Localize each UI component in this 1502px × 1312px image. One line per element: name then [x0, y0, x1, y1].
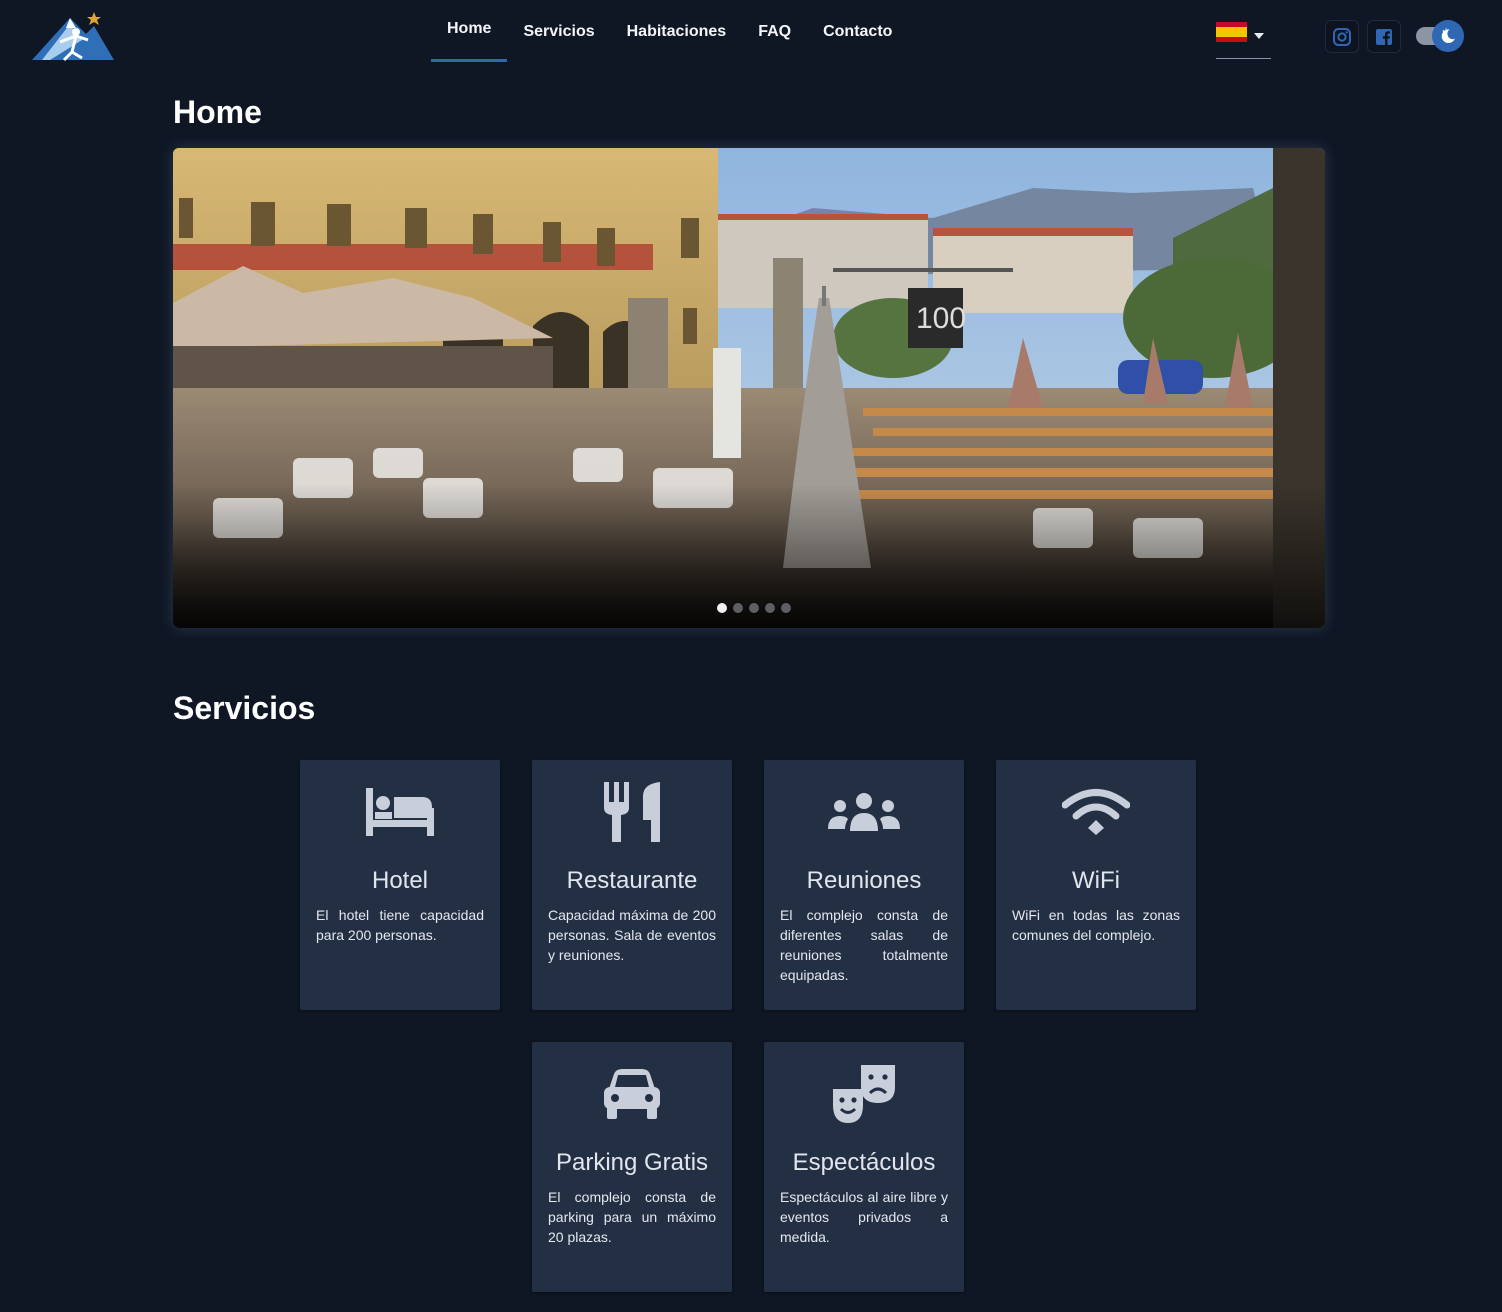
carousel-indicators: [182, 603, 1325, 613]
carousel-dot-4[interactable]: [764, 603, 775, 613]
service-title: Restaurante: [566, 867, 698, 894]
toggle-knob: [1432, 20, 1464, 52]
service-title: Reuniones: [806, 867, 922, 894]
service-description: El hotel tiene capacidad para 200 person…: [316, 907, 484, 943]
nav-contacto[interactable]: Contacto: [807, 0, 908, 64]
bed-icon: [300, 776, 500, 848]
logo-mountain-icon: [32, 12, 114, 62]
nav-home[interactable]: Home: [431, 0, 508, 64]
logo[interactable]: [30, 12, 116, 62]
home-heading: Home: [173, 94, 262, 130]
service-description: WiFi en todas las zonas comunes del comp…: [1012, 907, 1180, 943]
users-icon: [764, 776, 964, 848]
nav-faq[interactable]: FAQ: [742, 0, 807, 64]
facebook-link[interactable]: [1367, 20, 1401, 53]
service-card-hotel: Hotel El hotel tiene capacidad para 200 …: [300, 760, 500, 1010]
utensils-icon: [532, 776, 732, 848]
theme-toggle[interactable]: [1416, 20, 1466, 52]
service-title: Espectáculos: [792, 1149, 936, 1176]
service-card-parking: Parking Gratis El complejo consta de par…: [532, 1042, 732, 1292]
service-description: El complejo consta de parking para un má…: [548, 1189, 716, 1245]
wifi-icon: [996, 776, 1196, 848]
service-card-espectaculos: Espectáculos Espectáculos al aire libre …: [764, 1042, 964, 1292]
service-description: Capacidad máxima de 200 personas. Sala d…: [548, 907, 716, 963]
image-carousel[interactable]: 100: [173, 148, 1325, 628]
service-title: Hotel: [371, 867, 429, 894]
service-description: Espectáculos al aire libre y eventos pri…: [780, 1189, 948, 1245]
service-card-reuniones: Reuniones El complejo consta de diferent…: [764, 760, 964, 1010]
carousel-dot-2[interactable]: [732, 603, 743, 613]
moon-icon: [1441, 28, 1455, 44]
theater-masks-icon: [764, 1058, 964, 1130]
service-card-wifi: WiFi WiFi en todas las zonas comunes del…: [996, 760, 1196, 1010]
nav-habitaciones[interactable]: Habitaciones: [611, 0, 743, 64]
service-description: El complejo consta de diferentes salas d…: [780, 907, 948, 983]
chevron-down-icon: [1254, 33, 1264, 39]
carousel-slide-image: 100: [173, 148, 1325, 628]
carousel-dot-1[interactable]: [716, 603, 727, 613]
site-header: Home Servicios Habitaciones FAQ Contacto: [0, 0, 1502, 72]
instagram-icon: [1333, 27, 1351, 46]
carousel-dot-5[interactable]: [780, 603, 791, 613]
nav-servicios[interactable]: Servicios: [507, 0, 610, 64]
main-nav: Home Servicios Habitaciones FAQ Contacto: [431, 0, 908, 64]
service-title: Parking Gratis: [555, 1149, 709, 1176]
facebook-icon: [1376, 28, 1392, 45]
service-title: WiFi: [1072, 867, 1120, 894]
carousel-dot-3[interactable]: [748, 603, 759, 613]
car-icon: [532, 1058, 732, 1130]
spain-flag-icon: [1216, 22, 1247, 42]
language-selector[interactable]: [1216, 20, 1271, 59]
instagram-link[interactable]: [1325, 20, 1359, 53]
service-card-restaurante: Restaurante Capacidad máxima de 200 pers…: [532, 760, 732, 1010]
services-heading: Servicios: [173, 690, 316, 726]
